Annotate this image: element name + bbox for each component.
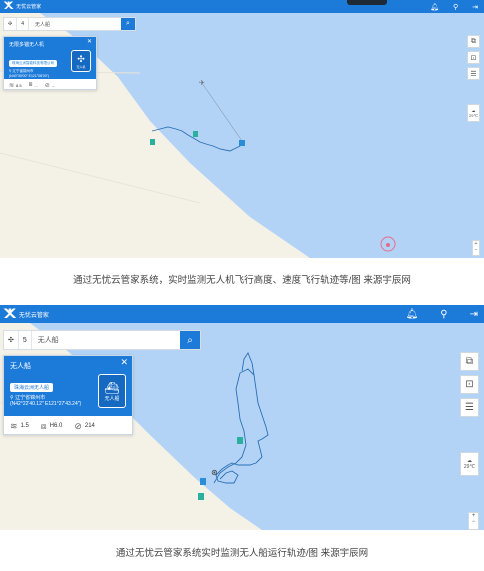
avatar-label: 无人船	[104, 395, 120, 402]
search-input[interactable]: 无人船	[32, 335, 180, 345]
screenshot-icon[interactable]: ⊡	[460, 375, 479, 394]
stat-speed: ≋ 8.5	[9, 82, 22, 89]
drone-icon: ✈	[199, 80, 205, 87]
logout-icon[interactable]: ⇥	[472, 3, 478, 11]
company-tag: 珠海云洲无人船	[10, 383, 54, 392]
stat-heading: ⊘...	[45, 82, 55, 89]
compass-icon: ⊘	[44, 82, 50, 89]
waypoint-marker	[237, 437, 243, 444]
device-stats: ≋ 1.5 ⧈ H6.0 ⊘ 214	[4, 416, 132, 436]
weather-widget[interactable]: ☁ 29℃	[467, 104, 480, 122]
app-logo: ⵅ 无忧云管家	[4, 0, 41, 13]
stat-height: ⧈...	[29, 82, 38, 89]
logo-icon: ⵅ	[4, 1, 14, 12]
device-avatar[interactable]: ✣ 无人机	[71, 50, 91, 72]
search-button[interactable]: ⌕	[121, 18, 135, 30]
speed-icon: ≋	[9, 82, 15, 89]
waypoint-marker	[193, 131, 198, 137]
close-icon[interactable]: ✕	[120, 357, 128, 368]
screenshot-2: ⊛ ⵅ 无忧云管家 🔔︎ ⚲ ⇥ ✣ 5 无人船 ⌕ 无人船 ✕ 珠海云洲无人船…	[0, 305, 484, 530]
search-button[interactable]: ⌕	[180, 331, 200, 349]
start-marker	[200, 478, 206, 485]
device-info-header: 无限多锚无人机 ✕ 珠海云洲智能科技有限公司 ⚲ 辽宁省锦州市 (N40°30'…	[4, 37, 96, 79]
app-topbar: ⵅ 无忧云管家 🔔︎ ⚲ ⇥	[0, 0, 484, 13]
compass-icon: ⊘	[74, 420, 82, 431]
user-icon[interactable]: ⚲	[440, 309, 447, 320]
heading-value: 214	[84, 423, 95, 429]
start-marker	[150, 139, 155, 145]
current-marker	[239, 140, 245, 146]
search-input[interactable]: 无人船	[29, 21, 121, 28]
layers-icon[interactable]: ⧉	[460, 352, 479, 371]
window-tab	[347, 0, 387, 5]
screenshot-icon[interactable]: ⊡	[467, 51, 480, 64]
drone-icon: ✣	[77, 53, 85, 64]
device-info-card: 无人船 ✕ 珠海云洲无人船 ⚲ 辽宁省锦州市 (N42°22'40.12" E1…	[3, 355, 133, 435]
device-count: 4	[17, 18, 29, 30]
drone-filter-icon[interactable]: ✣	[4, 331, 19, 349]
speed-value: 1.5	[20, 423, 29, 429]
caption-2: 通过无忧云管家系统实时监测无人船运行轨迹/图 来源宇辰网	[115, 548, 369, 559]
device-info-header: 无人船 ✕ 珠海云洲无人船 ⚲ 辽宁省锦州市 (N42°22'40.12" E1…	[4, 356, 132, 416]
avatar-label: 无人机	[76, 64, 86, 69]
speed-icon: ≋	[10, 420, 18, 431]
logo-icon: ⵅ	[4, 306, 16, 321]
height-icon: ⧈	[28, 81, 33, 88]
height-value: ...	[34, 82, 38, 88]
bell-icon[interactable]: 🔔︎	[430, 3, 439, 11]
search-icon: ⌕	[187, 334, 193, 346]
topbar-actions: 🔔︎ ⚲ ⇥	[430, 0, 478, 13]
zoom-control: + −	[472, 240, 480, 256]
map-controls: ⧉ ⊡ ☰	[460, 352, 479, 417]
speed-value: 8.5	[16, 82, 22, 88]
device-avatar[interactable]: ⛴ 无人船	[98, 374, 126, 408]
app-topbar: ⵅ 无忧云管家 🔔︎ ⚲ ⇥	[0, 305, 484, 323]
height-value: H6.0	[49, 423, 63, 429]
map-controls: ⧉ ⊡ ☰	[467, 35, 480, 80]
height-icon: ⧈	[40, 420, 47, 431]
app-name: 无忧云管家	[18, 312, 49, 319]
search-bar: ✣ 5 无人船 ⌕	[3, 330, 201, 350]
search-icon: ⌕	[126, 20, 130, 27]
settings-sliders-icon[interactable]: ☰	[460, 398, 479, 417]
layers-icon[interactable]: ⧉	[467, 35, 480, 48]
stat-heading: ⊘ 214	[74, 421, 95, 432]
zoom-out-icon[interactable]: −	[475, 247, 478, 253]
boat-icon: ⊛	[211, 468, 218, 477]
device-name: 无限多锚无人机	[9, 42, 45, 48]
temperature: 29℃	[463, 464, 476, 470]
close-icon[interactable]: ✕	[87, 38, 92, 45]
temperature: 29℃	[469, 113, 478, 118]
device-count: 5	[19, 331, 32, 349]
app-name: 无忧云管家	[16, 4, 42, 10]
screenshot-1: ✈ ⵅ 无忧云管家 🔔︎ ⚲ ⇥ ✣ 4 无人船 ⌕ 无限多锚无人机 ✕ 珠海云…	[0, 0, 484, 258]
topbar-actions: 🔔︎ ⚲ ⇥	[406, 305, 478, 323]
zoom-control: + −	[468, 512, 479, 530]
device-name: 无人船	[10, 363, 31, 370]
coordinates: (N40°30'00" E121°08'00")	[9, 74, 50, 78]
stat-speed: ≋ 1.5	[10, 421, 29, 432]
logout-icon[interactable]: ⇥	[470, 309, 478, 320]
user-icon[interactable]: ⚲	[453, 3, 458, 11]
company-tag: 珠海云洲智能科技有限公司	[9, 60, 57, 67]
bell-icon[interactable]: 🔔︎	[406, 309, 419, 320]
settings-sliders-icon[interactable]: ☰	[467, 67, 480, 80]
boat-icon: ⛴	[104, 380, 120, 395]
device-stats: ≋ 8.5 ⧈... ⊘...	[4, 79, 96, 91]
end-marker	[198, 493, 204, 500]
drone-filter-icon[interactable]: ✣	[4, 18, 18, 30]
device-info-card: 无限多锚无人机 ✕ 珠海云洲智能科技有限公司 ⚲ 辽宁省锦州市 (N40°30'…	[3, 36, 97, 90]
app-logo: ⵅ 无忧云管家	[4, 305, 49, 323]
stat-height: ⧈ H6.0	[41, 421, 62, 432]
caption-1: 通过无忧云管家系统，实时监测无人机飞行高度、速度飞行轨迹等/图 来源宇辰网	[73, 275, 411, 286]
heading-value: ...	[51, 82, 56, 88]
zoom-out-icon[interactable]: −	[472, 519, 476, 525]
search-bar: ✣ 4 无人船 ⌕	[3, 17, 136, 31]
weather-widget[interactable]: ☁ 29℃	[460, 452, 479, 476]
